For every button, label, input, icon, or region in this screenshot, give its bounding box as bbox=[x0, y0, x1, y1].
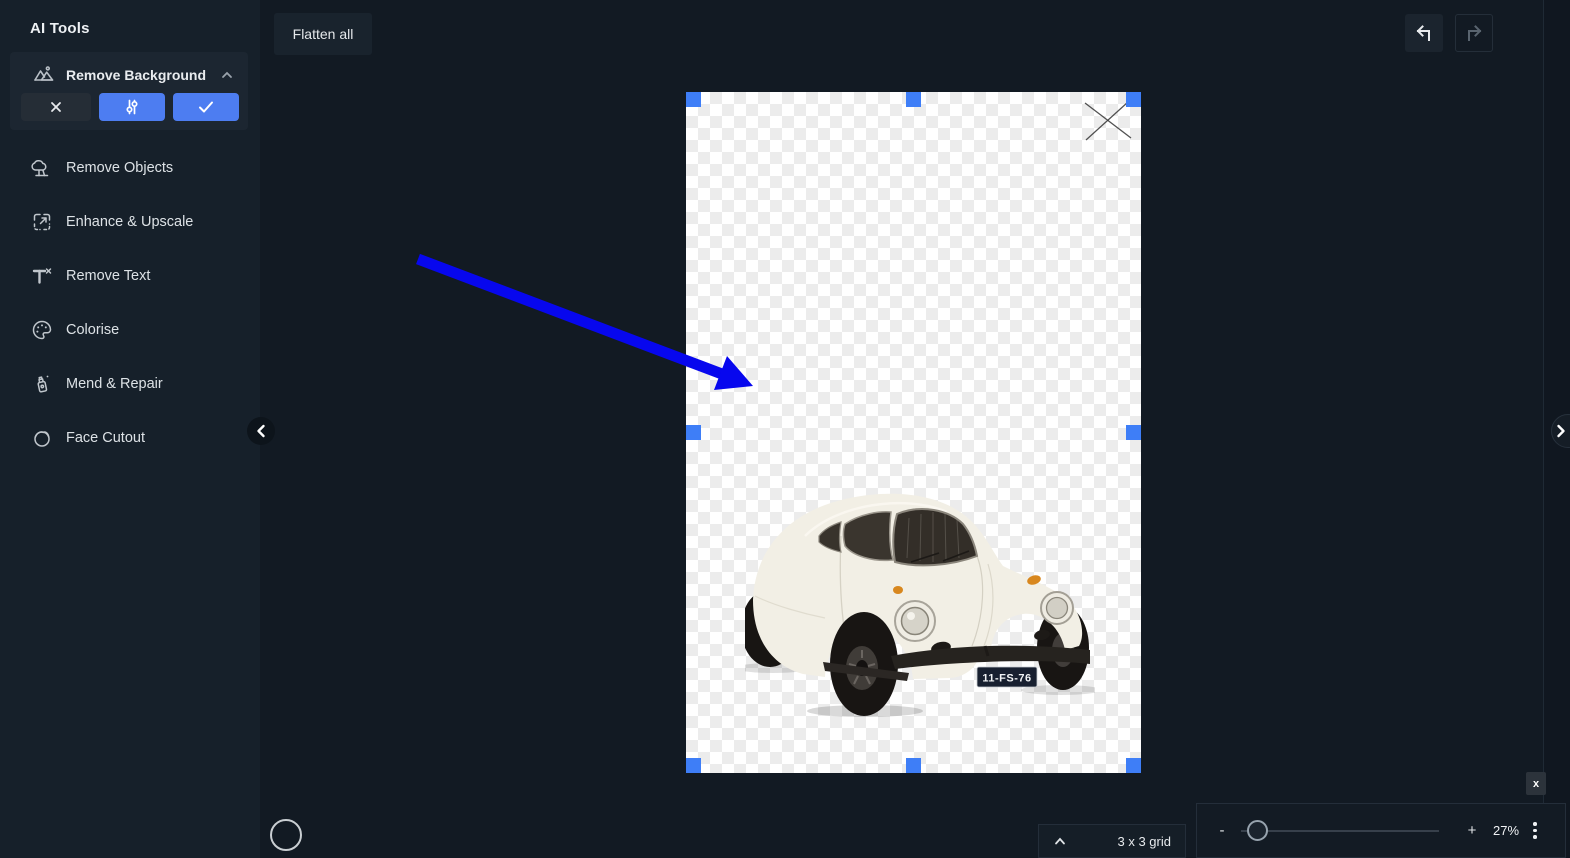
app-root: AI Tools Remove Background Remove Object… bbox=[0, 0, 1570, 858]
tree-icon bbox=[30, 156, 54, 180]
face-icon bbox=[30, 426, 54, 450]
grid-selector-label: 3 x 3 grid bbox=[1117, 833, 1171, 849]
zoom-in-button[interactable]: + bbox=[1465, 822, 1479, 839]
chevron-right-icon bbox=[1557, 424, 1565, 438]
sidebar-item-colorise[interactable]: Colorise bbox=[0, 312, 260, 348]
chevron-up-icon[interactable] bbox=[220, 70, 234, 80]
sidebar-item-label: Colorise bbox=[66, 322, 120, 338]
selection-handle-bottom-center[interactable] bbox=[906, 758, 921, 773]
flatten-all-label: Flatten all bbox=[292, 26, 354, 42]
expand-icon bbox=[30, 210, 54, 234]
collapse-sidebar-button[interactable] bbox=[247, 417, 275, 445]
selection-handle-bottom-right[interactable] bbox=[1126, 758, 1141, 773]
flatten-all-button[interactable]: Flatten all bbox=[274, 13, 372, 55]
redo-icon bbox=[1468, 25, 1482, 41]
sidebar-item-label: Enhance & Upscale bbox=[66, 214, 194, 230]
sidebar-item-label: Remove Objects bbox=[66, 160, 174, 176]
zoom-slider-track bbox=[1241, 829, 1439, 832]
sidebar: AI Tools Remove Background Remove Object… bbox=[0, 0, 260, 858]
apply-button[interactable] bbox=[173, 93, 239, 121]
zoom-percentage: 27% bbox=[1493, 823, 1520, 838]
sidebar-item-label: Mend & Repair bbox=[66, 376, 163, 392]
image-mountains-icon bbox=[32, 63, 56, 87]
selection-handle-middle-left[interactable] bbox=[686, 425, 701, 440]
active-tool-header[interactable]: Remove Background bbox=[10, 60, 248, 90]
active-tool-panel: Remove Background bbox=[10, 52, 248, 130]
sidebar-title: AI Tools bbox=[30, 20, 90, 37]
selection-handle-top-right[interactable] bbox=[1126, 92, 1141, 107]
redo-button[interactable] bbox=[1455, 14, 1493, 52]
sidebar-item-mend-repair[interactable]: Mend & Repair bbox=[0, 366, 260, 402]
close-panel-button[interactable]: x bbox=[1526, 772, 1546, 795]
sidebar-item-enhance-upscale[interactable]: Enhance & Upscale bbox=[0, 204, 260, 240]
sidebar-item-remove-objects[interactable]: Remove Objects bbox=[0, 150, 260, 186]
zoom-slider-knob[interactable] bbox=[1247, 819, 1268, 841]
text-remove-icon bbox=[30, 264, 54, 288]
selection-handle-bottom-left[interactable] bbox=[686, 758, 701, 773]
zoom-controls: - + 27% bbox=[1196, 803, 1566, 858]
undo-icon bbox=[1416, 25, 1430, 41]
settings-button[interactable] bbox=[99, 93, 165, 121]
license-plate-text: 11-FS-76 bbox=[982, 673, 1031, 685]
selection-handle-top-left[interactable] bbox=[686, 92, 701, 107]
selection-handle-top-center[interactable] bbox=[906, 92, 921, 107]
sidebar-item-face-cutout[interactable]: Face Cutout bbox=[0, 420, 260, 456]
undo-button[interactable] bbox=[1405, 14, 1443, 52]
kebab-menu-icon[interactable] bbox=[1533, 822, 1537, 839]
sidebar-item-label: Remove Text bbox=[66, 268, 151, 284]
chevron-left-icon bbox=[257, 424, 265, 438]
circle-shape-tool[interactable] bbox=[270, 819, 302, 851]
car-image[interactable]: 11-FS-76 bbox=[745, 478, 1095, 718]
zoom-out-button[interactable]: - bbox=[1215, 822, 1229, 839]
chevron-up-icon bbox=[1055, 837, 1065, 845]
sidebar-item-remove-text[interactable]: Remove Text bbox=[0, 258, 260, 294]
grid-selector[interactable]: 3 x 3 grid bbox=[1038, 824, 1186, 858]
glue-bottle-icon bbox=[30, 372, 54, 396]
active-tool-label: Remove Background bbox=[66, 67, 207, 83]
canvas[interactable]: 11-FS-76 bbox=[686, 92, 1141, 773]
check-icon bbox=[199, 101, 213, 113]
sliders-icon bbox=[126, 99, 138, 115]
palette-icon bbox=[30, 318, 54, 342]
close-panel-label: x bbox=[1532, 777, 1540, 790]
selection-handle-middle-right[interactable] bbox=[1126, 425, 1141, 440]
close-icon bbox=[51, 102, 61, 112]
cancel-button[interactable] bbox=[21, 93, 91, 121]
zoom-slider[interactable] bbox=[1241, 819, 1439, 842]
sidebar-item-label: Face Cutout bbox=[66, 430, 145, 446]
